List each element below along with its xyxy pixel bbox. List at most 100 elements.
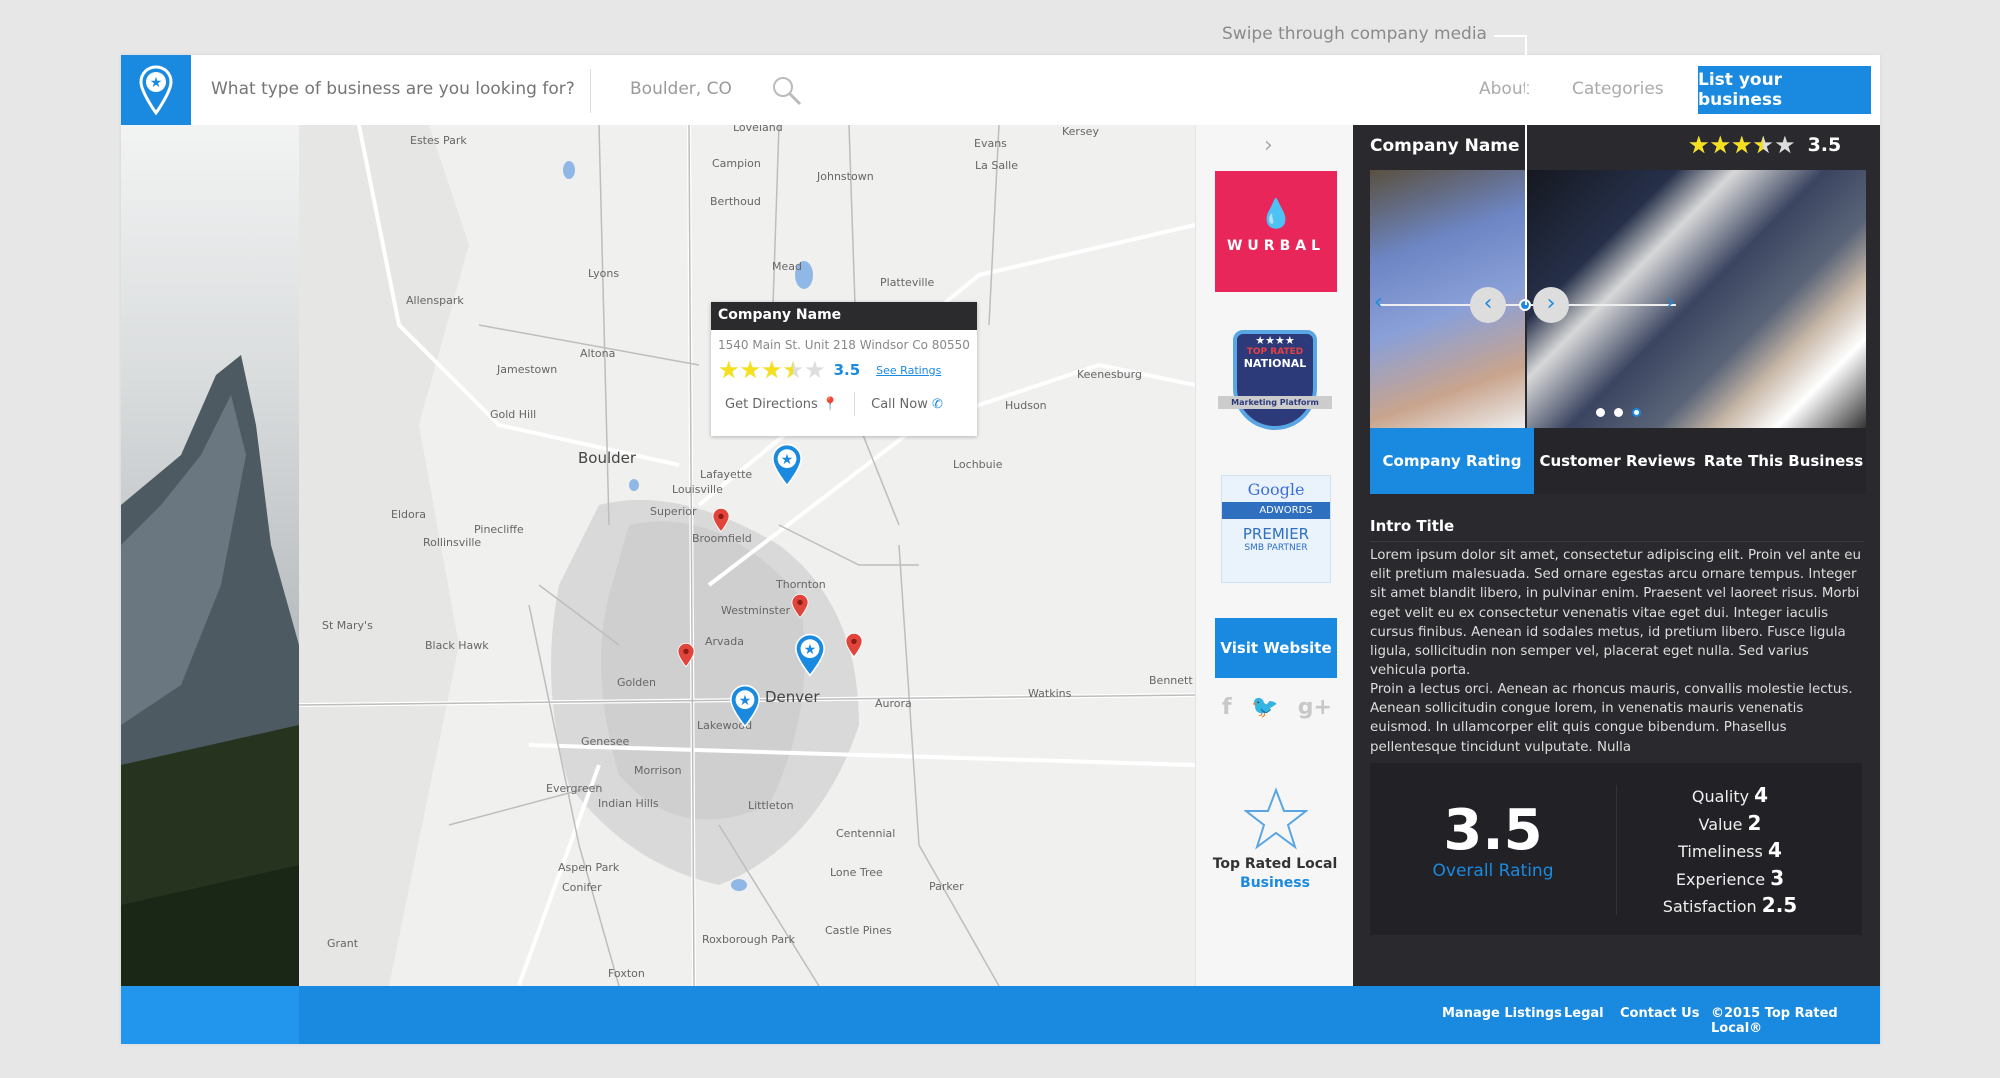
subrating-label: Value xyxy=(1698,814,1743,834)
map-pin-icon[interactable] xyxy=(791,593,809,619)
map[interactable]: Loveland Estes Park Campion Berthoud Johnsto… xyxy=(299,125,1195,986)
svg-text:★: ★ xyxy=(804,642,817,658)
map-city-label: Keenesburg xyxy=(1077,368,1142,381)
google-label: Google xyxy=(1247,480,1305,499)
svg-text:★: ★ xyxy=(739,693,752,709)
badge-ribbon: Marketing Platform xyxy=(1218,396,1332,409)
map-city-label: Aurora xyxy=(875,697,912,710)
map-city-label: Castle Pines xyxy=(825,924,892,937)
map-city-label: Eldora xyxy=(391,508,426,521)
map-city-label: Grant xyxy=(327,937,359,950)
media-image-2 xyxy=(1527,170,1866,428)
subrating-timeliness: Timeliness 4 xyxy=(1642,838,1818,866)
subrating-label: Satisfaction xyxy=(1662,897,1757,916)
subrating-value: 3 xyxy=(1770,865,1785,890)
map-pin-icon[interactable] xyxy=(712,507,730,533)
star-icon: ★★ xyxy=(1709,131,1732,159)
star-icon: ★★ xyxy=(1688,131,1710,159)
map-city-label: Indian Hills xyxy=(598,797,659,810)
footer-copyright: ©2015 Top Rated Local® xyxy=(1711,1006,1838,1036)
map-pin-star-icon: ★ xyxy=(139,65,173,115)
subrating-quality: Quality 4 xyxy=(1642,783,1818,811)
twitter-icon[interactable]: 🐦 xyxy=(1251,695,1278,720)
map-city-label: Golden xyxy=(617,676,657,689)
get-directions-button[interactable]: Get Directions 📍 xyxy=(725,397,838,412)
next-slide-button[interactable]: › xyxy=(1533,287,1569,323)
carousel-dot[interactable] xyxy=(1614,408,1623,417)
map-pin-icon[interactable] xyxy=(677,642,695,668)
star-icon: ★★ xyxy=(1774,131,1796,159)
google-adwords-badge[interactable]: Google ADWORDS PREMIER SMB PARTNER xyxy=(1221,475,1331,583)
sponsors-column: › 💧 WURBAL ★★★★ TOP RATED NATIONAL Marke… xyxy=(1195,125,1353,986)
header: ★ Boulder, CO About Categories List your… xyxy=(121,55,1880,125)
wurbal-logo[interactable]: 💧 WURBAL xyxy=(1215,171,1337,292)
subrating-label: Quality xyxy=(1691,787,1750,806)
hero-mountain-photo xyxy=(121,125,299,986)
callout-line xyxy=(1525,35,1527,305)
call-now-button[interactable]: Call Now ✆ xyxy=(871,397,943,412)
map-pin-icon[interactable] xyxy=(845,632,863,658)
award-line1: Top Rated Local xyxy=(1212,856,1338,872)
chevron-left-icon[interactable]: ‹ xyxy=(1374,290,1383,315)
map-city-label: Thornton xyxy=(776,578,826,591)
subrating-value: 2 xyxy=(1747,810,1762,835)
map-city-label: Louisville xyxy=(672,483,723,496)
rating-summary: 3.5 Overall Rating Quality 4 Value 2 Timel… xyxy=(1370,763,1862,935)
facebook-icon[interactable]: f xyxy=(1222,695,1232,720)
prev-slide-button[interactable]: ‹ xyxy=(1470,287,1506,323)
media-carousel[interactable]: ‹ ‹ › › xyxy=(1370,170,1866,428)
see-ratings-link[interactable]: See Ratings xyxy=(876,364,941,377)
featured-map-pin-icon[interactable]: ★ xyxy=(794,633,826,677)
map-city-label: Kersey xyxy=(1062,125,1099,138)
nav-about[interactable]: About xyxy=(1479,79,1529,99)
tab-rate-this-business[interactable]: Rate This Business xyxy=(1701,428,1866,494)
company-stars: ★★★★★★★★★★ xyxy=(1688,133,1796,157)
footer-accent xyxy=(121,986,299,1044)
location-input[interactable]: Boulder, CO xyxy=(630,79,732,99)
google-plus-icon[interactable]: g+ xyxy=(1298,695,1332,720)
popup-rating-value: 3.5 xyxy=(833,361,861,379)
map-city-label: Pinecliffe xyxy=(474,523,524,536)
carousel-dot[interactable] xyxy=(1632,408,1641,417)
map-city-label: Evans xyxy=(974,137,1007,150)
phone-icon: ✆ xyxy=(932,396,943,412)
star-icon: ★★ xyxy=(1731,131,1753,159)
popup-stars: ★★★★★★★★★★ xyxy=(718,358,826,382)
map-city-label: Littleton xyxy=(748,799,794,812)
map-city-label: Johnstown xyxy=(817,170,874,183)
map-city-label: Denver xyxy=(765,688,820,706)
smb-partner-label: SMB PARTNER xyxy=(1244,543,1308,553)
map-city-label: Superior xyxy=(650,505,697,518)
footer-legal[interactable]: Legal xyxy=(1564,1006,1604,1021)
carousel-dot[interactable] xyxy=(1596,408,1605,417)
map-city-label: Genesee xyxy=(581,735,630,748)
footer-manage-listings[interactable]: Manage Listings xyxy=(1442,1006,1562,1021)
top-rated-national-badge[interactable]: ★★★★ TOP RATED NATIONAL Marketing Platfo… xyxy=(1218,330,1332,434)
logo[interactable]: ★ xyxy=(121,55,191,125)
divider xyxy=(1370,541,1864,542)
chevron-right-icon[interactable]: › xyxy=(1666,290,1675,315)
nav-categories[interactable]: Categories xyxy=(1572,79,1664,99)
search-input[interactable] xyxy=(211,79,581,99)
magnifier-icon[interactable] xyxy=(771,75,803,107)
map-city-label: Allenspark xyxy=(406,294,464,307)
chevron-right-icon[interactable]: › xyxy=(1264,133,1273,158)
featured-map-pin-icon[interactable]: ★ xyxy=(771,443,803,487)
get-directions-label: Get Directions xyxy=(725,396,818,412)
star-icon: ★★ xyxy=(739,356,762,384)
footer-contact-us[interactable]: Contact Us xyxy=(1620,1006,1699,1021)
map-city-label: Boulder xyxy=(578,449,637,467)
map-city-label: Rollinsville xyxy=(423,536,482,549)
featured-map-pin-icon[interactable]: ★ xyxy=(729,684,761,728)
list-business-button[interactable]: List your business xyxy=(1698,66,1871,114)
map-city-label: Loveland xyxy=(733,125,783,134)
map-city-label: Altona xyxy=(580,347,616,360)
map-city-label: Lyons xyxy=(588,267,620,280)
visit-website-button[interactable]: Visit Website xyxy=(1215,618,1337,678)
tab-company-rating[interactable]: Company Rating xyxy=(1370,428,1534,494)
svg-text:★: ★ xyxy=(150,75,163,91)
intro-paragraph-2: Proin a lectus orci. Aenean ac rhoncus m… xyxy=(1370,682,1853,755)
tab-customer-reviews[interactable]: Customer Reviews xyxy=(1534,428,1701,494)
overall-rating-value: 3.5 xyxy=(1443,798,1543,863)
map-pin-icon: 📍 xyxy=(821,396,839,412)
